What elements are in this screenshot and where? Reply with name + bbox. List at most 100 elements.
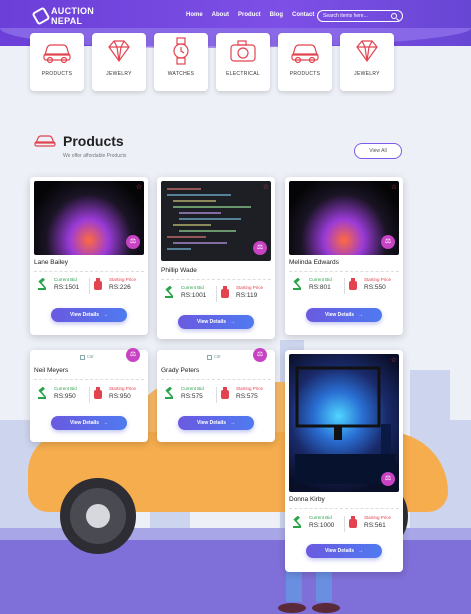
starting-price-value: RS:550 xyxy=(364,284,386,291)
product-card: ☆ ⚖ Donna Kirby Current Bid RS:1000 Star… xyxy=(285,350,403,572)
divider xyxy=(289,271,399,272)
product-card: car ⚖ Neil Meyers Current Bid RS:950 Sta… xyxy=(30,348,148,442)
category-card[interactable]: WATCHES xyxy=(154,33,208,91)
category-card[interactable]: PRODUCTS xyxy=(278,33,332,91)
starting-price-label: Starting Price xyxy=(236,386,264,391)
nav-home[interactable]: Home xyxy=(186,12,203,18)
view-details-button[interactable]: View Details → xyxy=(306,308,382,322)
nav-product[interactable]: Product xyxy=(238,12,261,18)
camera-icon xyxy=(230,40,256,62)
bid-row: Current Bid RS:801 Starting Price RS:550 xyxy=(289,275,399,299)
view-details-label: View Details xyxy=(324,312,355,318)
product-card: ☆ ⚖ Phillip Wade Current Bid RS:1001 Sta… xyxy=(157,177,275,339)
section-subtitle: We offer affordable Products xyxy=(63,153,127,159)
wheel xyxy=(60,478,136,554)
starting-price-value: RS:226 xyxy=(109,284,131,291)
gavel-icon xyxy=(293,516,302,528)
starting-price-label: Starting Price xyxy=(109,386,137,391)
broken-image[interactable]: car xyxy=(207,354,221,360)
bid-row: Current Bid RS:575 Starting Price RS:575 xyxy=(161,384,271,408)
favorite-icon[interactable]: ☆ xyxy=(391,356,397,364)
gavel-logo-icon xyxy=(31,6,51,26)
current-bid-label: Current Bid xyxy=(54,277,77,282)
favorite-icon[interactable]: ☆ xyxy=(263,183,269,191)
money-bag-icon xyxy=(94,278,102,290)
view-details-button[interactable]: View Details → xyxy=(51,308,127,322)
broken-image[interactable]: car xyxy=(80,354,94,360)
gavel-icon xyxy=(165,387,174,399)
favorite-icon[interactable]: ☆ xyxy=(391,183,397,191)
category-label: WATCHES xyxy=(167,71,195,77)
nav-blog[interactable]: Blog xyxy=(270,12,283,18)
nav-contact[interactable]: Contact xyxy=(292,12,314,18)
broken-image-icon xyxy=(207,354,212,360)
main-nav: Home About Product Blog Contact xyxy=(186,12,314,18)
divider xyxy=(289,508,399,509)
product-card: ☆ ⚖ Lane Bailey Current Bid RS:1501 Star… xyxy=(30,177,148,335)
nav-about[interactable]: About xyxy=(212,12,229,18)
product-image[interactable] xyxy=(289,354,399,492)
view-details-button[interactable]: View Details → xyxy=(178,315,254,329)
logo-line-1: AUCTION xyxy=(51,6,95,16)
gaming-setup-image xyxy=(295,366,395,484)
search-input[interactable]: Search items here... xyxy=(317,10,403,22)
product-card: car ⚖ Grady Peters Current Bid RS:575 St… xyxy=(157,348,275,442)
category-card[interactable]: JEWELRY xyxy=(92,33,146,91)
divider xyxy=(161,279,271,280)
category-card[interactable]: PRODUCTS xyxy=(30,33,84,91)
category-label: JEWELRY xyxy=(354,71,380,77)
view-all-button[interactable]: View All xyxy=(354,143,402,159)
view-details-label: View Details xyxy=(69,312,100,318)
logo[interactable]: AUCTION NEPAL xyxy=(31,6,95,26)
gavel-badge-icon[interactable]: ⚖ xyxy=(126,348,140,362)
current-bid-label: Current Bid xyxy=(309,515,332,520)
view-details-button[interactable]: View Details → xyxy=(51,416,127,430)
current-bid-label: Current Bid xyxy=(54,386,77,391)
products-car-icon xyxy=(34,135,56,147)
category-card[interactable]: JEWELRY xyxy=(340,33,394,91)
bid-row: Current Bid RS:1001 Starting Price RS:11… xyxy=(161,283,271,307)
divider xyxy=(161,379,271,380)
product-name: Melinda Edwards xyxy=(289,259,339,266)
gavel-badge-icon[interactable]: ⚖ xyxy=(253,241,267,255)
gavel-icon xyxy=(38,387,47,399)
bid-row: Current Bid RS:1501 Starting Price RS:22… xyxy=(34,275,144,299)
category-strip: PRODUCTS JEWELRY WATCHES ELECTRICAL PROD… xyxy=(30,33,394,91)
gavel-badge-icon[interactable]: ⚖ xyxy=(126,235,140,249)
current-bid-label: Current Bid xyxy=(181,386,204,391)
divider xyxy=(34,271,144,272)
category-card[interactable]: ELECTRICAL xyxy=(216,33,270,91)
view-details-button[interactable]: View Details → xyxy=(178,416,254,430)
gavel-badge-icon[interactable]: ⚖ xyxy=(253,348,267,362)
gavel-icon xyxy=(165,286,174,298)
arrow-right-icon: → xyxy=(230,319,236,325)
logo-line-2: NEPAL xyxy=(51,16,83,26)
starting-price-label: Starting Price xyxy=(236,285,264,290)
gavel-icon xyxy=(293,278,302,290)
product-name: Neil Meyers xyxy=(34,367,69,374)
favorite-icon[interactable]: ☆ xyxy=(136,183,142,191)
starting-price-value: RS:575 xyxy=(236,393,258,400)
gavel-badge-icon[interactable]: ⚖ xyxy=(381,472,395,486)
view-details-label: View Details xyxy=(324,548,355,554)
starting-price-value: RS:119 xyxy=(236,292,258,299)
view-details-label: View Details xyxy=(196,420,227,426)
current-bid-value: RS:1501 xyxy=(54,284,80,291)
gavel-badge-icon[interactable]: ⚖ xyxy=(381,235,395,249)
arrow-right-icon: → xyxy=(103,420,109,426)
watch-icon xyxy=(173,37,189,65)
starting-price-label: Starting Price xyxy=(109,277,137,282)
broken-image-icon xyxy=(80,354,85,360)
car-icon xyxy=(291,44,319,64)
gavel-icon xyxy=(38,278,47,290)
product-name: Grady Peters xyxy=(161,367,200,374)
current-bid-value: RS:950 xyxy=(54,393,76,400)
arrow-right-icon: → xyxy=(103,312,109,318)
search-icon[interactable] xyxy=(391,13,397,19)
person-illustration xyxy=(278,568,340,613)
view-details-button[interactable]: View Details → xyxy=(306,544,382,558)
search-placeholder: Search items here... xyxy=(323,13,368,19)
category-label: JEWELRY xyxy=(106,71,132,77)
starting-price-value: RS:561 xyxy=(364,522,386,529)
current-bid-value: RS:1000 xyxy=(309,522,335,529)
